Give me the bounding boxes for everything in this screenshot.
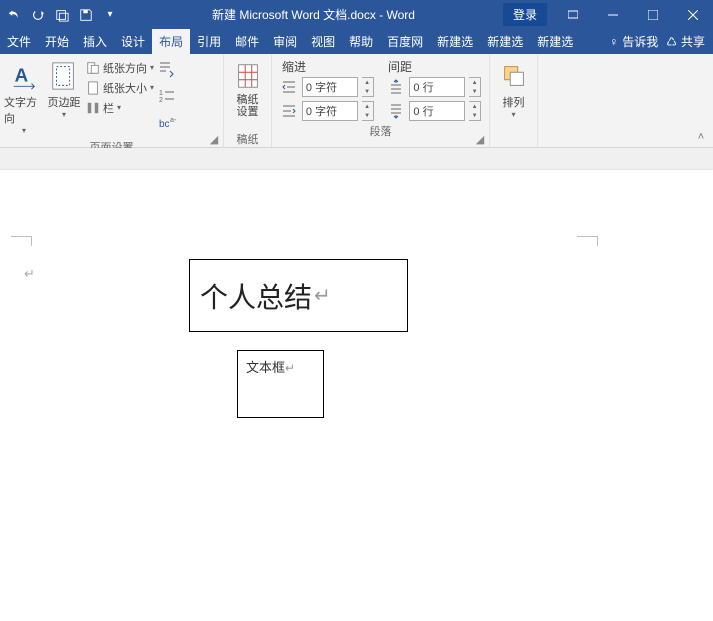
indent-left-input[interactable]: 0 字符 [302, 77, 358, 97]
space-before-input[interactable]: 0 行 [409, 77, 465, 97]
redo-icon[interactable] [30, 7, 46, 23]
ribbon-tabs: 文件 开始 插入 设计 布局 引用 邮件 审阅 视图 帮助 百度网 新建选 新建… [0, 29, 713, 54]
document-title: 新建 Microsoft Word 文档.docx - Word [124, 6, 503, 23]
tab-help[interactable]: 帮助 [342, 29, 380, 54]
svg-text:1: 1 [159, 90, 163, 97]
svg-text:A: A [15, 65, 29, 86]
share-label: 共享 [681, 33, 705, 50]
space-after-input[interactable]: 0 行 [409, 101, 465, 121]
svg-text:bc: bc [159, 119, 170, 130]
share-icon: ♺ [666, 35, 677, 49]
indent-left-spinner[interactable]: ▲▼ [362, 77, 374, 97]
minimize-button[interactable] [593, 0, 633, 29]
orientation-button[interactable]: 纸张方向▾ [86, 60, 154, 76]
collapse-ribbon-icon[interactable]: ˄ [689, 54, 713, 147]
spacing-label: 间距 [388, 58, 412, 75]
tab-mailings[interactable]: 邮件 [228, 29, 266, 54]
chevron-down-icon: ▾ [62, 110, 66, 119]
margins-button[interactable]: 页边距 ▾ [44, 56, 84, 119]
qat-customize-icon[interactable]: ▾ [102, 7, 118, 23]
quick-access-toolbar: ▾ [0, 7, 124, 23]
space-after-icon [388, 102, 406, 120]
indent-right-icon [280, 102, 298, 120]
save-icon[interactable] [78, 7, 94, 23]
hyphenation-button[interactable]: bca- [158, 114, 176, 135]
page-setup-launcher-icon[interactable]: ◢ [208, 133, 220, 145]
textbox-body[interactable]: 文本框↵ [237, 350, 324, 418]
tab-review[interactable]: 审阅 [266, 29, 304, 54]
window-buttons: 登录 [503, 0, 713, 29]
indent-right-input[interactable]: 0 字符 [302, 101, 358, 121]
text-direction-button[interactable]: A 文字方向 ▾ [4, 56, 44, 135]
page[interactable]: ↵ 个人总结 ↵ 文本框↵ [0, 170, 713, 603]
margin-corner-tl [11, 236, 32, 246]
tab-file[interactable]: 文件 [0, 29, 38, 54]
group-manuscript: 稿纸 设置 稿纸 [224, 54, 272, 147]
ribbon: A 文字方向 ▾ 页边距 ▾ 纸张方向▾ 纸张大小▾ [0, 54, 713, 148]
columns-button[interactable]: 栏▾ [86, 100, 154, 116]
lightbulb-icon: ♀ [609, 35, 618, 49]
manuscript-settings-button[interactable]: 稿纸 设置 [228, 56, 267, 118]
tell-me-label: 告诉我 [622, 33, 658, 50]
tab-view[interactable]: 视图 [304, 29, 342, 54]
login-button[interactable]: 登录 [503, 3, 547, 26]
paragraph-launcher-icon[interactable]: ◢ [474, 133, 486, 145]
text-direction-icon: A [8, 60, 40, 92]
line-numbers-button[interactable]: 12 [158, 87, 176, 108]
chevron-down-icon: ▾ [511, 110, 515, 119]
close-button[interactable] [673, 0, 713, 29]
textbox-title[interactable]: 个人总结 ↵ [189, 259, 408, 332]
title-bar: ▾ 新建 Microsoft Word 文档.docx - Word 登录 [0, 0, 713, 29]
maximize-button[interactable] [633, 0, 673, 29]
tab-custom-1[interactable]: 新建选 [430, 29, 480, 54]
indent-label: 缩进 [282, 58, 306, 75]
group-manuscript-label: 稿纸 [228, 131, 267, 147]
svg-text:2: 2 [159, 97, 163, 104]
chevron-down-icon: ▾ [22, 126, 26, 135]
paragraph-mark-icon: ↵ [285, 361, 295, 375]
breaks-button[interactable] [158, 60, 176, 81]
undo-icon[interactable] [6, 7, 22, 23]
arrange-button[interactable]: 排列 ▾ [494, 56, 533, 119]
tab-baidu[interactable]: 百度网 [380, 29, 430, 54]
group-paragraph: 缩进 间距 0 字符 ▲▼ 0 行 ▲▼ 0 字符 ▲▼ [272, 54, 490, 147]
document-area[interactable]: ↵ 个人总结 ↵ 文本框↵ [0, 148, 713, 603]
margins-icon [48, 60, 80, 92]
tab-custom-2[interactable]: 新建选 [480, 29, 530, 54]
group-paragraph-label: 段落 [276, 123, 485, 139]
group-arrange: 排列 ▾ [490, 54, 538, 147]
margin-corner-tr [577, 236, 598, 246]
group-page-setup: A 文字方向 ▾ 页边距 ▾ 纸张方向▾ 纸张大小▾ [0, 54, 224, 147]
arrange-icon [498, 60, 530, 92]
tell-me-button[interactable]: ♀ 告诉我 [609, 33, 658, 50]
paragraph-mark-icon: ↵ [314, 283, 331, 308]
tab-home[interactable]: 开始 [38, 29, 76, 54]
textbox-body-text: 文本框 [246, 360, 285, 375]
space-before-icon [388, 78, 406, 96]
ribbon-display-icon[interactable] [553, 0, 593, 29]
indent-right-spinner[interactable]: ▲▼ [362, 101, 374, 121]
space-after-spinner[interactable]: ▲▼ [469, 101, 481, 121]
manuscript-icon [232, 60, 264, 92]
touch-mode-icon[interactable] [54, 7, 70, 23]
tab-layout[interactable]: 布局 [152, 29, 190, 54]
tab-custom-3[interactable]: 新建选 [530, 29, 580, 54]
share-button[interactable]: ♺ 共享 [666, 33, 705, 50]
tab-design[interactable]: 设计 [114, 29, 152, 54]
paragraph-mark-icon: ↵ [24, 266, 35, 282]
tab-references[interactable]: 引用 [190, 29, 228, 54]
space-before-spinner[interactable]: ▲▼ [469, 77, 481, 97]
tab-insert[interactable]: 插入 [76, 29, 114, 54]
size-button[interactable]: 纸张大小▾ [86, 80, 154, 96]
textbox-title-text: 个人总结 [200, 276, 312, 316]
svg-text:a-: a- [170, 117, 176, 124]
indent-left-icon [280, 78, 298, 96]
